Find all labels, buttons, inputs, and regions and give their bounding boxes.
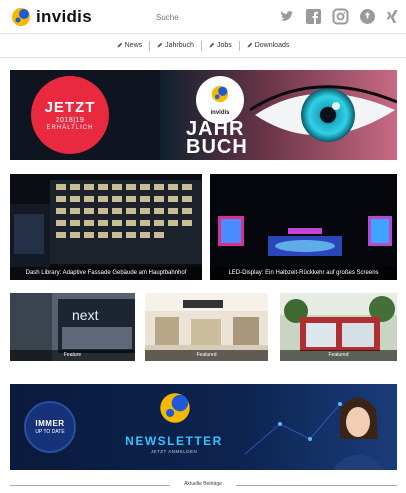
main-nav: News Jahrbuch Jobs Downloads [0, 34, 406, 58]
pencil-icon [157, 42, 163, 50]
newsletter-banner[interactable]: IMMER UP TO DATE NEWSLETTER JETZT ANMELD… [10, 384, 397, 470]
twitter-icon[interactable] [278, 8, 295, 25]
facebook-icon[interactable] [305, 8, 322, 25]
jahrbuch-banner[interactable]: JETZT 2018|19 ERHÄLTLICH invidis JAHR BU… [10, 70, 397, 160]
nav-item-label: Jahrbuch [165, 42, 194, 49]
section-heading-label: Aktuelle Beiträge [170, 481, 236, 487]
article-card[interactable]: Dash Library: Adaptive Fassade Gebäude a… [10, 174, 202, 280]
nav-item-jobs[interactable]: Jobs [209, 42, 232, 50]
newsletter-title: NEWSLETTER [125, 434, 223, 448]
article-caption: LED-Display: Ein Halbzeit-Rückkehr auf g… [210, 267, 397, 280]
divider-line [236, 485, 397, 486]
nav-item-jahrbuch[interactable]: Jahrbuch [157, 42, 194, 50]
xing-icon[interactable] [384, 8, 401, 25]
banner-title: JAHR BUCH [186, 118, 248, 158]
invidis-logo[interactable]: invidis [10, 4, 114, 30]
logo-wordmark: invidis [36, 7, 92, 26]
site-header: invidis [0, 0, 406, 34]
instagram-icon[interactable] [332, 8, 349, 25]
nav-divider [149, 40, 151, 51]
article-caption: Featured [280, 350, 397, 361]
nav-item-downloads[interactable]: Downloads [247, 42, 290, 50]
page: invidis News Jahrbuch [0, 0, 406, 493]
invidis-logo-icon [210, 84, 230, 109]
nav-divider [200, 40, 202, 51]
search-input[interactable] [152, 8, 264, 26]
article-caption: Feature [10, 350, 135, 361]
jetzt-erhaeltlich-badge: JETZT 2018|19 ERHÄLTLICH [31, 76, 109, 154]
nav-item-label: Downloads [254, 42, 290, 49]
banner-invidis-logo: invidis [196, 76, 244, 124]
section-heading: Aktuelle Beiträge [0, 480, 406, 490]
pencil-icon [117, 42, 123, 50]
nav-item-label: News [124, 42, 143, 49]
article-caption: Dash Library: Adaptive Fassade Gebäude a… [10, 267, 202, 280]
nav-item-news[interactable]: News [117, 42, 143, 50]
article-card[interactable]: LED-Display: Ein Halbzeit-Rückkehr auf g… [210, 174, 397, 280]
immer-up-to-date-badge: IMMER UP TO DATE [24, 401, 76, 453]
article-image-stage [210, 174, 397, 280]
newsletter-subtitle: JETZT ANMELDEN [150, 449, 198, 454]
svg-text:next: next [72, 307, 99, 323]
article-card[interactable]: next Feature [10, 293, 135, 361]
article-caption: Featured [145, 350, 268, 361]
article-card[interactable]: Featured [145, 293, 268, 361]
nav-divider [238, 40, 240, 51]
divider-line [10, 485, 170, 486]
invidis-logo-icon [157, 390, 193, 431]
pencil-icon [247, 42, 253, 50]
invidis-logo-icon [10, 6, 32, 28]
nav-item-label: Jobs [216, 42, 232, 49]
google-plus-icon[interactable] [359, 8, 376, 25]
article-image-building [10, 174, 202, 280]
article-card[interactable]: Featured [280, 293, 397, 361]
pencil-icon [209, 42, 215, 50]
